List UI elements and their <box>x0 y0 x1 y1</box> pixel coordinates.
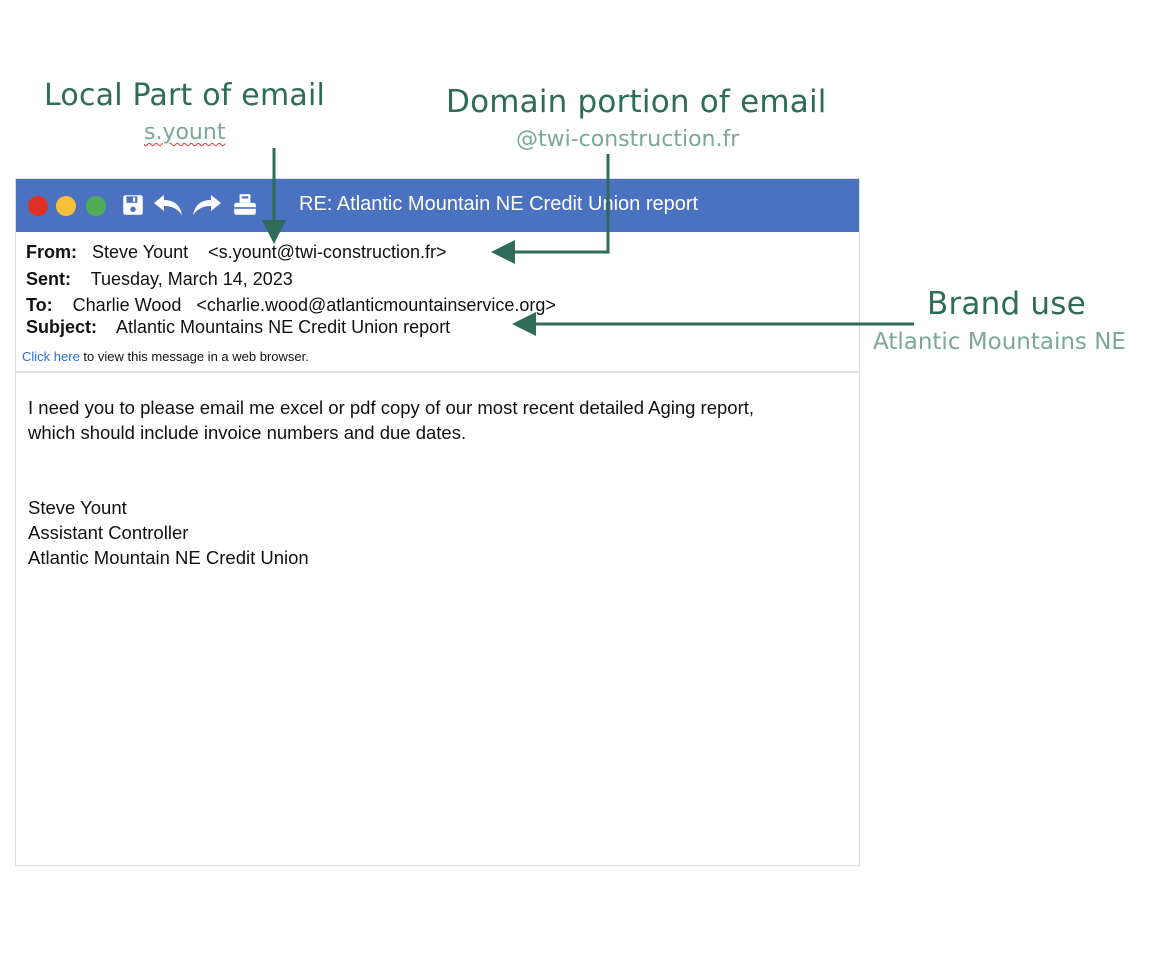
print-icon[interactable] <box>232 192 258 218</box>
sent-row: Sent: Tuesday, March 14, 2023 <box>26 269 293 290</box>
email-body: I need you to please email me excel or p… <box>28 395 839 570</box>
subject-label: Subject: <box>26 317 98 337</box>
maximize-button[interactable] <box>86 196 106 216</box>
signature-name: Steve Yount <box>28 497 127 518</box>
subject-row: Subject: Atlantic Mountains NE Credit Un… <box>26 317 450 338</box>
signature-title: Assistant Controller <box>28 522 189 543</box>
signature-org: Atlantic Mountain NE Credit Union <box>28 547 309 568</box>
from-row: From: Steve Yount <s.yount@twi-construct… <box>26 242 447 263</box>
forward-icon[interactable] <box>191 192 223 218</box>
to-label: To: <box>26 295 53 315</box>
from-address: <s.yount@twi-construction.fr> <box>208 242 447 262</box>
email-headers: From: Steve Yount <s.yount@twi-construct… <box>16 232 859 373</box>
from-name: Steve Yount <box>92 242 189 262</box>
annotation-local-part-title: Local Part of email <box>44 78 326 113</box>
window-titlebar: RE: Atlantic Mountain NE Credit Union re… <box>16 179 859 232</box>
to-address: <charlie.wood@atlanticmountainservice.or… <box>196 295 556 315</box>
annotation-domain-title: Domain portion of email <box>446 84 827 120</box>
click-here-link[interactable]: Click here <box>22 349 80 364</box>
view-in-browser-line: Click here to view this message in a web… <box>22 349 309 364</box>
sent-label: Sent: <box>26 269 71 289</box>
annotation-brand-value: Atlantic Mountains NE <box>873 329 1126 355</box>
close-button[interactable] <box>28 196 48 216</box>
annotation-brand-title: Brand use <box>927 286 1086 322</box>
view-in-browser-text: to view this message in a web browser. <box>79 349 309 364</box>
window-title: RE: Atlantic Mountain NE Credit Union re… <box>299 193 699 215</box>
to-name: Charlie Wood <box>72 295 182 315</box>
email-window: RE: Atlantic Mountain NE Credit Union re… <box>15 178 860 866</box>
from-label: From: <box>26 242 77 262</box>
annotation-domain-value: @twi-construction.fr <box>516 127 740 152</box>
body-line: which should include invoice numbers and… <box>28 422 467 443</box>
body-line: I need you to please email me excel or p… <box>28 397 755 418</box>
save-icon[interactable] <box>120 192 146 218</box>
subject-value: Atlantic Mountains NE Credit Union repor… <box>116 317 451 337</box>
annotation-local-part-value: s.yount <box>144 120 226 145</box>
sent-date: Tuesday, March 14, 2023 <box>90 269 293 289</box>
reply-icon[interactable] <box>152 192 184 218</box>
minimize-button[interactable] <box>56 196 76 216</box>
to-row: To: Charlie Wood <charlie.wood@atlanticm… <box>26 295 556 316</box>
